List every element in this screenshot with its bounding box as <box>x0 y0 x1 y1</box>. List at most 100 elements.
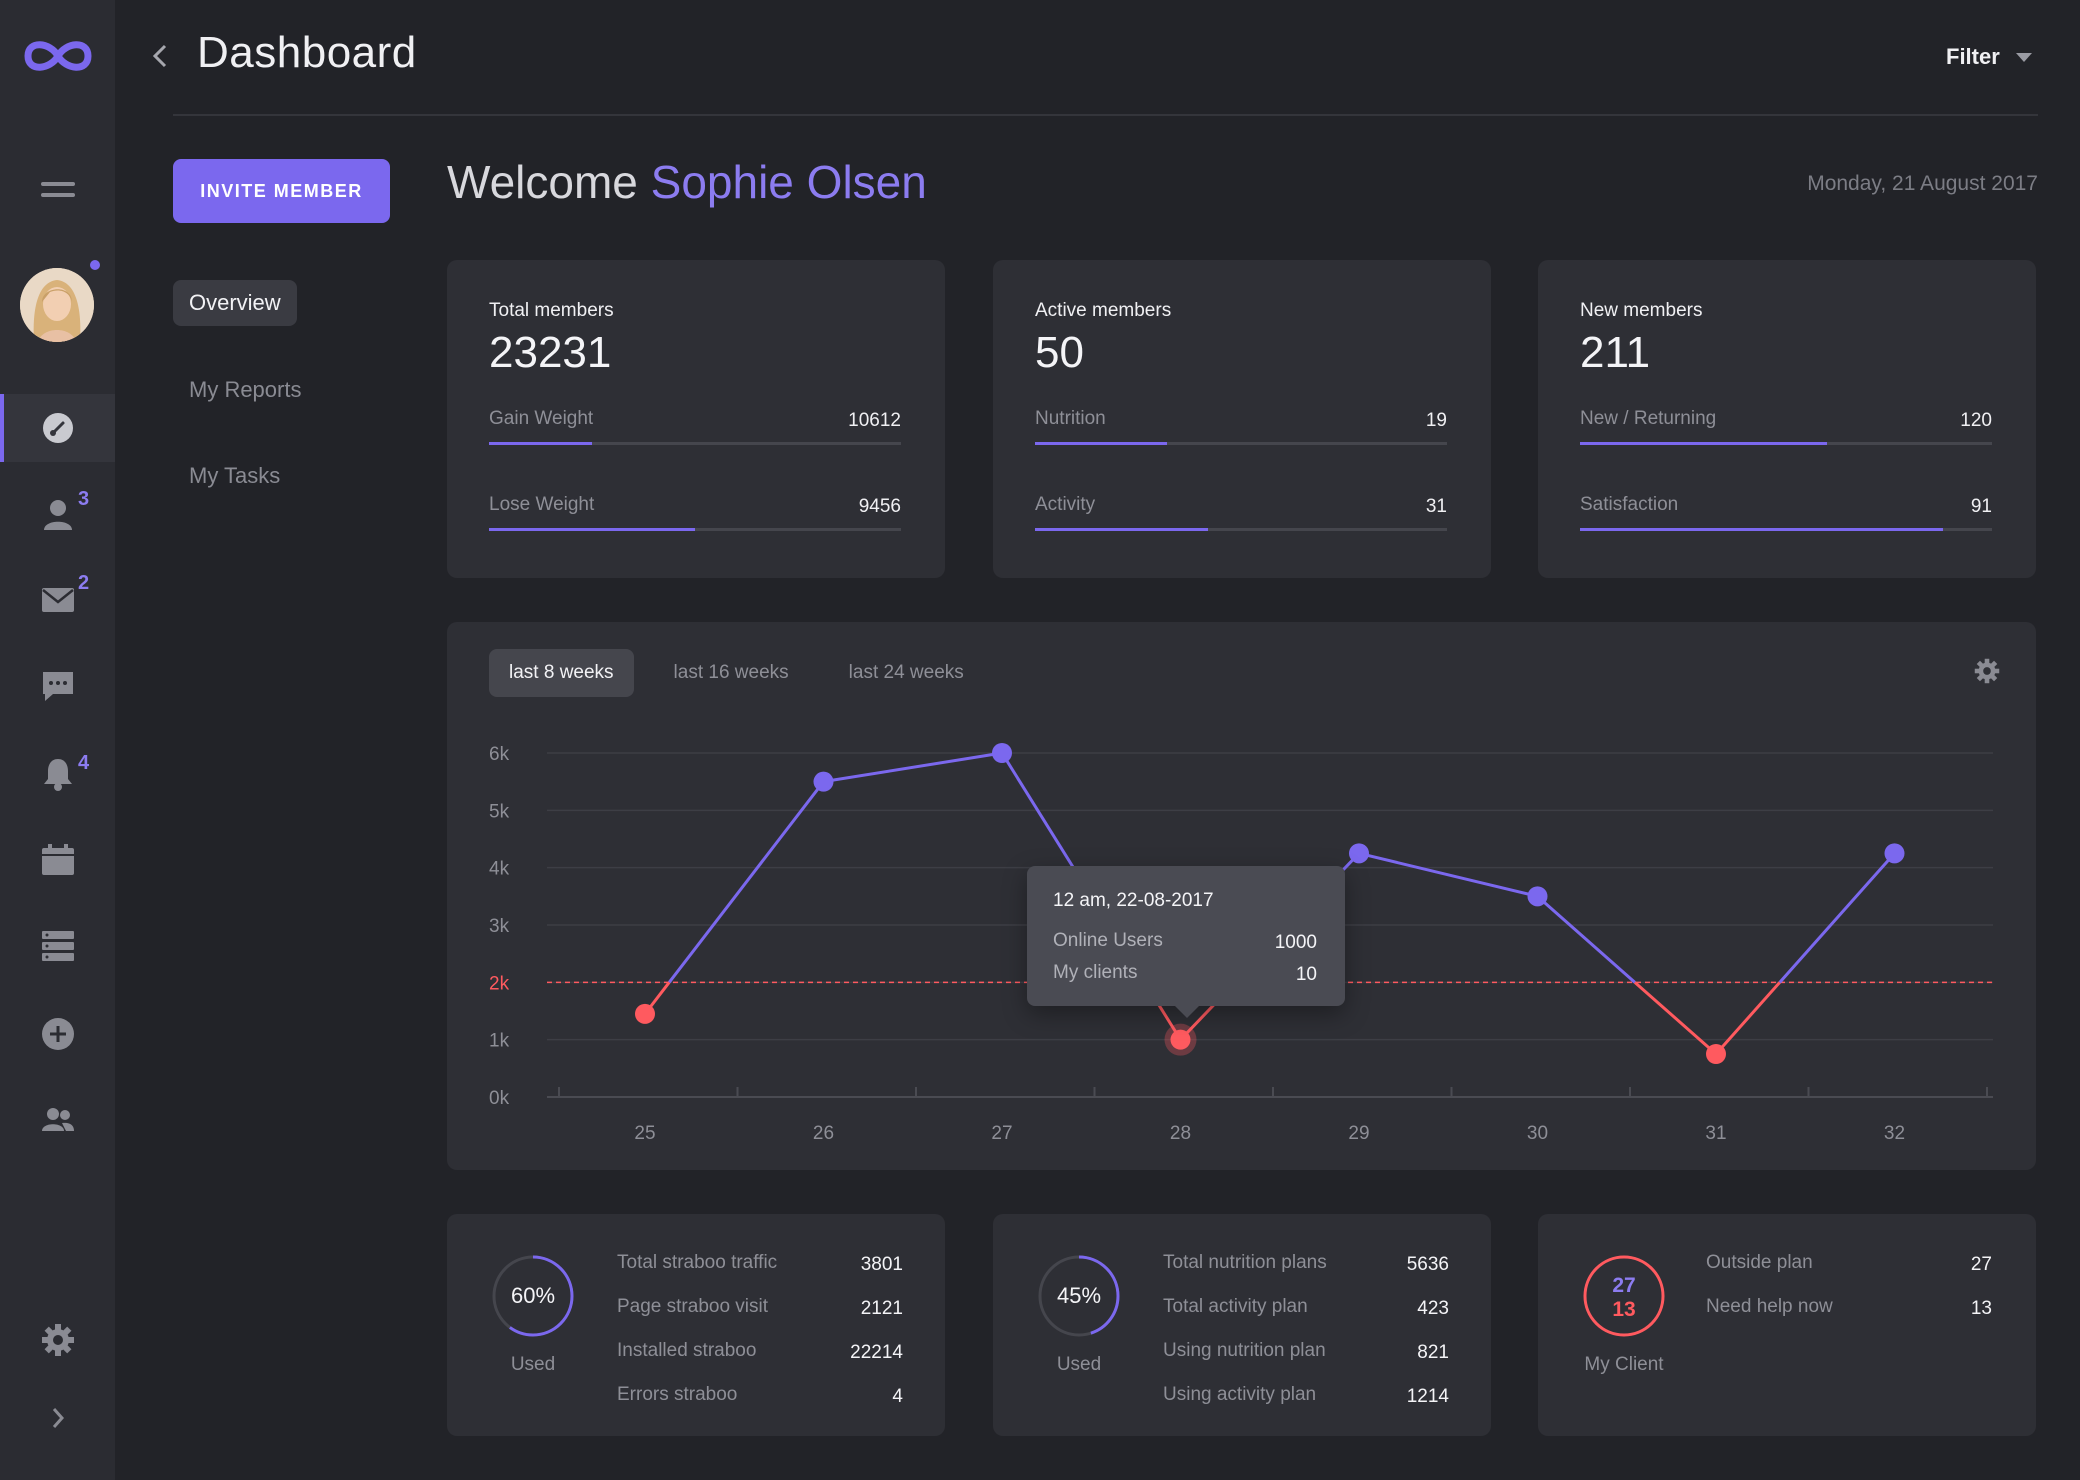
stat-card-new-members: New members 211 New / Returning 120 Sati… <box>1538 260 2036 578</box>
client-count-outside: 27 <box>1612 1274 1636 1297</box>
tooltip-label: Online Users <box>1053 930 1163 951</box>
user-name: Sophie Olsen <box>650 156 927 208</box>
filter-label: Filter <box>1946 44 2000 69</box>
progress-track <box>1035 442 1447 445</box>
sidebar-item-notifications[interactable] <box>0 740 115 808</box>
series-segment <box>823 751 1003 784</box>
sidebar-item-team[interactable] <box>0 1086 115 1154</box>
progress-fill <box>489 442 592 445</box>
progress-track <box>489 528 901 531</box>
sidebar-item-add[interactable] <box>0 1000 115 1068</box>
metric-label: Gain Weight <box>489 408 594 429</box>
progress-fill <box>489 528 695 531</box>
sidebar-item-dashboard[interactable] <box>0 394 115 462</box>
client-stats-list: Outside plan 27 Need help now 13 <box>1706 1252 1992 1340</box>
sidebar-item-chat[interactable] <box>0 652 115 720</box>
subnav-item-my-reports[interactable]: My Reports <box>173 367 317 413</box>
y-tick-label: 4k <box>489 859 510 880</box>
data-point <box>1706 1044 1726 1064</box>
metric-value: 9456 <box>858 496 901 517</box>
x-tick-label: 28 <box>1170 1123 1191 1144</box>
metric-lose-weight: Lose Weight 9456 <box>489 494 901 531</box>
logo-icon[interactable] <box>20 34 96 78</box>
x-tick-label: 32 <box>1884 1123 1905 1144</box>
progress-track <box>1580 528 1992 531</box>
menu-icon[interactable] <box>41 182 75 204</box>
page-title: Dashboard <box>197 28 417 77</box>
tab-last-8-weeks[interactable]: last 8 weeks <box>489 649 634 697</box>
subnav-item-my-tasks[interactable]: My Tasks <box>173 453 296 499</box>
tooltip-value: 10 <box>1295 964 1317 985</box>
series-segment <box>1536 895 1636 984</box>
usage-percent: 60% <box>510 1283 556 1308</box>
data-point <box>813 771 834 792</box>
list-item: Total straboo traffic 3801 <box>617 1252 903 1275</box>
list-item: Page straboo visit 2121 <box>617 1296 903 1319</box>
stat-card-active-members: Active members 50 Nutrition 19 Activity … <box>993 260 1491 578</box>
client-caption: My Client <box>1584 1354 1664 1375</box>
progress-track <box>489 442 901 445</box>
metric-label: Nutrition <box>1035 408 1106 429</box>
series-segment <box>1633 981 1717 1056</box>
sidebar-item-mail[interactable] <box>0 566 115 634</box>
bell-icon <box>43 759 72 791</box>
list-item: Need help now 13 <box>1706 1296 1992 1319</box>
straboo-stats-list: Total straboo traffic 3801 Page straboo v… <box>617 1252 903 1428</box>
metric-new-returning: New / Returning 120 <box>1580 408 1992 445</box>
range-tabs: last 8 weeks last 16 weeks last 24 weeks <box>489 649 1004 697</box>
tooltip-label: My clients <box>1053 962 1138 983</box>
usage-card-plans: 45% Used Total nutrition plans 5636 Total… <box>993 1214 1491 1436</box>
server-list-icon <box>41 931 74 961</box>
invite-member-button[interactable]: INVITE MEMBER <box>173 159 390 223</box>
y-tick-label: 2k <box>489 973 510 994</box>
filter-dropdown[interactable]: Filter <box>1946 44 2032 70</box>
sidebar-item-calendar[interactable] <box>0 826 115 894</box>
chart-settings-icon[interactable] <box>1974 658 2000 684</box>
tooltip-value: 1000 <box>1274 932 1317 953</box>
x-tick-label: 30 <box>1527 1123 1548 1144</box>
caret-down-icon <box>2015 52 2032 62</box>
back-chevron-icon[interactable] <box>150 38 170 74</box>
online-status-dot <box>90 260 100 270</box>
y-tick-label: 3k <box>489 916 510 937</box>
progress-track <box>1580 442 1992 445</box>
tab-last-16-weeks[interactable]: last 16 weeks <box>654 649 809 697</box>
sidebar-item-settings[interactable] <box>0 1306 115 1374</box>
data-point <box>1170 1029 1191 1050</box>
series-segment <box>1358 851 1538 898</box>
x-tick-label: 31 <box>1705 1123 1726 1144</box>
progress-fill <box>1035 442 1167 445</box>
metric-satisfaction: Satisfaction 91 <box>1580 494 1992 531</box>
expand-sidebar-button[interactable] <box>0 1384 115 1452</box>
metric-value: 31 <box>1425 496 1447 517</box>
tooltip-row-online-users: Online Users 1000 <box>1053 930 1317 953</box>
x-tick-label: 25 <box>634 1123 655 1144</box>
client-counts: 27 13 <box>1582 1274 1666 1322</box>
gear-icon <box>41 1324 74 1356</box>
usage-card-straboo: 60% Used Total straboo traffic 3801 Page … <box>447 1214 945 1436</box>
stat-value: 23231 <box>489 328 612 377</box>
progress-track <box>1035 528 1447 531</box>
chart-tooltip: 12 am, 22-08-2017 Online Users 1000 My c… <box>1027 866 1345 1018</box>
mail-icon <box>41 588 74 612</box>
y-tick-label: 0k <box>489 1088 510 1109</box>
client-count-help: 13 <box>1612 1298 1636 1321</box>
metric-value: 10612 <box>848 410 901 431</box>
list-item: Outside plan 27 <box>1706 1252 1992 1275</box>
usage-caption: Used <box>1056 1354 1102 1375</box>
list-item: Total nutrition plans 5636 <box>1163 1252 1449 1275</box>
avatar[interactable] <box>20 268 94 342</box>
subnav-item-overview[interactable]: Overview <box>173 280 297 326</box>
welcome-prefix: Welcome <box>447 156 638 208</box>
sidebar-item-users[interactable] <box>0 480 115 548</box>
metric-label: Satisfaction <box>1580 494 1679 515</box>
tab-last-24-weeks[interactable]: last 24 weeks <box>829 649 984 697</box>
sidebar-item-storage[interactable] <box>0 912 115 980</box>
y-tick-label: 1k <box>489 1031 510 1052</box>
calendar-icon <box>41 844 74 875</box>
data-point <box>1884 843 1905 864</box>
series-segment <box>668 780 825 984</box>
data-point <box>1349 843 1369 864</box>
stat-value: 50 <box>1035 328 1084 377</box>
y-tick-label: 5k <box>489 801 510 822</box>
